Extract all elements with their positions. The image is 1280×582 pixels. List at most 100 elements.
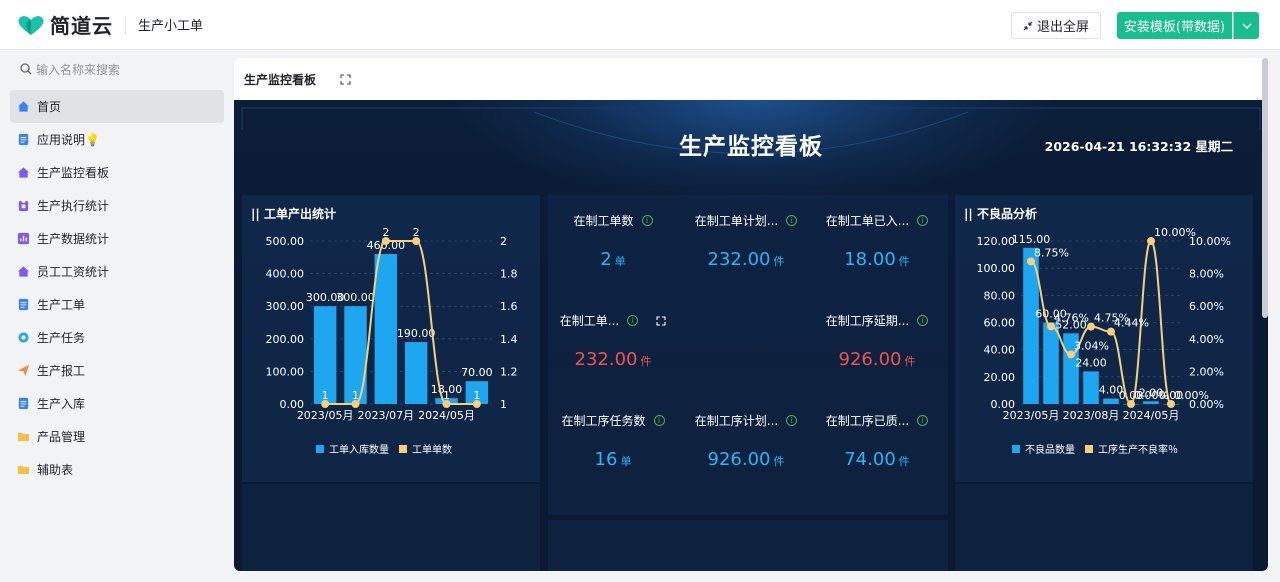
y-tick-label: 40.00 [984, 344, 1016, 357]
info-icon[interactable]: i [786, 215, 798, 226]
panel-left-bottom [242, 484, 540, 571]
sidebar-menu: 首页应用说明💡 生产监控看板 生产执行统计 生产数据统计员工工资统计生产工单生产任务生… [0, 90, 234, 486]
folder-icon [16, 430, 30, 444]
line-data-label: 4.76% [1054, 311, 1089, 324]
sidebar-item[interactable]: 生产执行统计 [10, 189, 224, 222]
x-tick-label: 2023/05月 [1003, 409, 1060, 422]
sidebar-item-label: 应用说明💡 [37, 133, 100, 147]
y-tick-label: 80.00 [984, 289, 1016, 302]
line-data-label: 10.00% [1154, 226, 1196, 239]
panel-title: || 工单产出统计 [251, 207, 336, 221]
x-tick-label: 2024/05月 [418, 409, 475, 422]
home-icon [16, 100, 30, 114]
fullscreen-icon[interactable] [340, 73, 351, 85]
y2-tick-label: 1.6 [500, 300, 518, 313]
clipboard-icon [16, 199, 30, 213]
sidebar-item[interactable]: 首页 [10, 90, 224, 123]
bar-data-label: 70.00 [461, 366, 493, 379]
line-data-label: 1 [352, 389, 359, 402]
bar [404, 342, 428, 404]
bar-data-label: 190.00 [397, 327, 436, 340]
bar [1103, 398, 1119, 404]
kpi-value: 926.00 件 [707, 449, 785, 470]
search-icon [20, 63, 32, 75]
bar-data-label: 115.00 [1012, 233, 1051, 246]
y-tick-label: 200.00 [266, 333, 305, 346]
panel-right-bottom [955, 484, 1253, 571]
y-tick-label: 100.00 [266, 365, 305, 378]
chevron-down-icon [1242, 23, 1251, 29]
sidebar-item-label: 首页 [37, 100, 62, 114]
info-icon[interactable]: i [641, 215, 653, 226]
kpi-label: 在制工序计划... [694, 414, 779, 428]
sidebar-item-label: 生产入库 [37, 397, 86, 411]
exit-fullscreen-button[interactable]: 退出全屏 [1011, 12, 1101, 39]
sidebar-item[interactable]: 生产监控看板 [10, 156, 224, 189]
sidebar-item-label: 生产任务 [37, 331, 86, 345]
sidebar-item[interactable]: 生产工单 [10, 288, 224, 321]
doc-icon [16, 298, 30, 312]
expand-icon[interactable] [656, 315, 666, 326]
install-dropdown-button[interactable] [1233, 12, 1259, 39]
install-template-button[interactable]: 安装模板(带数据) [1117, 12, 1232, 39]
line-data-label: 1 [322, 389, 329, 402]
home-icon [16, 166, 30, 180]
info-icon[interactable]: i [653, 415, 665, 426]
sidebar-item-label: 生产报工 [37, 364, 86, 378]
kpi-card: 在制工序计划... i 926.00 件 [681, 412, 811, 470]
kpi-card: 在制工序已质... i 74.00 件 [812, 412, 942, 470]
chart-legend: 工单入库数量 工单单数 [316, 441, 452, 456]
line-data-label: 0.00% [1174, 389, 1209, 402]
y2-tick-label: 1.4 [500, 333, 518, 346]
search-bar[interactable]: 输入名称来搜索 [0, 51, 234, 87]
line-data-label: 1 [473, 389, 480, 402]
sidebar-item[interactable]: 辅助表 [10, 453, 224, 486]
sidebar-item[interactable]: 产品管理 [10, 420, 224, 453]
sidebar-item[interactable]: 应用说明💡 [10, 123, 224, 156]
x-tick-label: 2024/05月 [1123, 409, 1180, 422]
gear-icon [16, 331, 30, 345]
x-tick-label: 2023/07月 [357, 409, 414, 422]
y2-tick-label: 2 [500, 235, 507, 248]
info-icon[interactable]: i [786, 415, 798, 426]
doc-icon [16, 133, 30, 147]
y2-tick-label: 1.2 [500, 365, 518, 378]
logo[interactable]: 简道云 [16, 10, 113, 39]
sidebar-item-label: 员工工资统计 [37, 265, 110, 279]
legend-item[interactable]: 不良品数量 [1012, 441, 1075, 456]
kpi-value: 16 单 [594, 449, 632, 470]
sidebar-item[interactable]: 生产数据统计 [10, 222, 224, 255]
scrollbar[interactable] [1262, 58, 1268, 318]
line-data-label: 2 [382, 226, 389, 239]
y2-tick-label: 1 [500, 398, 507, 411]
sidebar-item[interactable]: 生产任务 [10, 321, 224, 354]
legend-item[interactable]: 工单入库数量 [316, 441, 389, 456]
doc-icon [16, 397, 30, 411]
sidebar-item[interactable]: 生产报工 [10, 354, 224, 387]
kpi-value: 232.00 件 [707, 249, 785, 270]
x-tick-label: 2023/08月 [1063, 409, 1120, 422]
info-icon[interactable]: i [627, 315, 639, 326]
line-data-label: 8.75% [1034, 246, 1069, 259]
bar [1043, 322, 1059, 404]
collapse-icon [1023, 21, 1033, 30]
order-output-chart: 0.00100.00200.00300.00400.00500.0011.21.… [266, 226, 518, 422]
logo-icon [18, 15, 44, 35]
info-icon[interactable]: i [917, 415, 929, 426]
search-placeholder: 输入名称来搜索 [36, 62, 121, 77]
legend-item[interactable]: 工序生产不良率％ [1085, 441, 1178, 456]
info-icon[interactable]: i [917, 315, 929, 326]
chart-legend: 不良品数量 工序生产不良率％ [1012, 441, 1178, 456]
sidebar-item[interactable]: 员工工资统计 [10, 255, 224, 288]
sidebar-item[interactable]: 生产入库 [10, 387, 224, 420]
y-tick-label: 300.00 [266, 300, 305, 313]
y2-tick-label: 6.00% [1189, 300, 1224, 313]
legend-item[interactable]: 工单单数 [399, 441, 452, 456]
y-tick-label: 500.00 [266, 235, 305, 248]
kpi-value: 74.00 件 [844, 449, 910, 470]
y2-tick-label: 1.8 [500, 268, 518, 281]
info-icon[interactable]: i [917, 215, 929, 226]
sidebar-item-label: 辅助表 [37, 463, 74, 477]
dashboard: 生产监控看板 2026-04-21 16:32:32 星期二 || 工单产出统计… [234, 100, 1268, 571]
defect-chart: 0.0020.0040.0060.0080.00100.00120.000.00… [977, 226, 1231, 422]
